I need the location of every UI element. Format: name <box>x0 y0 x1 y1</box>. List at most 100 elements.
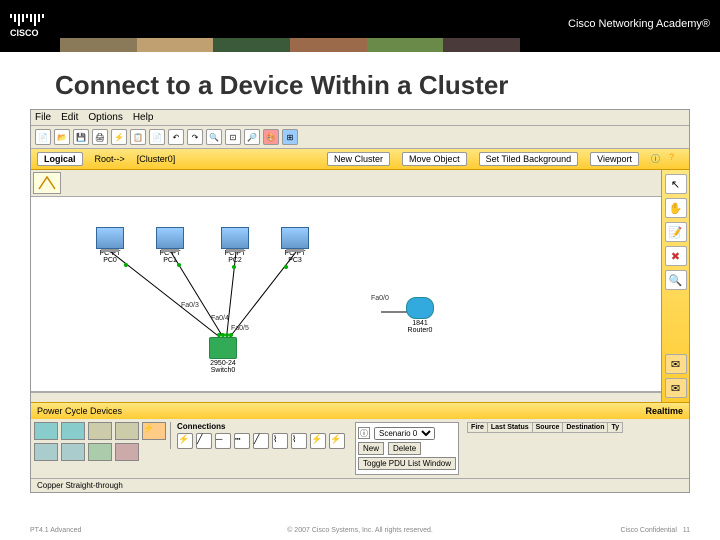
new-file-icon[interactable]: 📄 <box>35 129 51 145</box>
device-name: PC3 <box>281 257 309 264</box>
conn-serial-dce[interactable]: ⚡ <box>310 433 326 449</box>
breadcrumb-cluster[interactable]: [Cluster0] <box>137 154 176 164</box>
power-cycle-label[interactable]: Power Cycle Devices <box>37 406 122 416</box>
menu-help[interactable]: Help <box>133 112 154 123</box>
simple-pdu-tool[interactable]: ✉ <box>665 354 687 374</box>
paste-icon[interactable]: 📄 <box>149 129 165 145</box>
breadcrumb-root[interactable]: Root--> <box>95 154 125 164</box>
palette-router[interactable] <box>34 422 58 440</box>
open-file-icon[interactable]: 📂 <box>54 129 70 145</box>
device-router0[interactable]: 1841 Router0 <box>406 297 434 334</box>
col-destination[interactable]: Destination <box>563 423 608 433</box>
col-fire[interactable]: Fire <box>468 423 488 433</box>
palette-connections[interactable]: ⚡ <box>142 422 166 440</box>
redo-icon[interactable]: ↷ <box>187 129 203 145</box>
port-label-fa04: Fa0/4 <box>211 315 229 322</box>
col-source[interactable]: Source <box>532 423 563 433</box>
save-icon[interactable]: 💾 <box>73 129 89 145</box>
logical-toolbar: Logical Root--> [Cluster0] New Cluster M… <box>31 149 689 170</box>
conn-auto[interactable]: ⚡ <box>177 433 193 449</box>
conn-phone[interactable]: ⌇ <box>272 433 288 449</box>
device-pc1[interactable]: PC-PT PC1 <box>156 227 184 264</box>
zoom-in-icon[interactable]: 🔍 <box>206 129 222 145</box>
help-icon[interactable]: ? <box>669 152 683 166</box>
page-title: Connect to a Device Within a Cluster <box>0 52 720 109</box>
palette-wireless[interactable] <box>115 422 139 440</box>
hand-tool[interactable]: ✋ <box>665 198 687 218</box>
toggle-pdu-button[interactable]: Toggle PDU List Window <box>358 457 456 470</box>
palette-hub[interactable] <box>88 422 112 440</box>
scenario-select[interactable]: Scenario 0 <box>374 427 435 440</box>
menu-options[interactable]: Options <box>88 112 122 123</box>
router-icon <box>406 297 434 319</box>
palette-custom[interactable] <box>88 443 112 461</box>
conn-copper-straight[interactable]: ─ <box>215 433 231 449</box>
menubar: File Edit Options Help <box>31 110 689 126</box>
slide-footer: PT4.1 Advanced © 2007 Cisco Systems, Inc… <box>0 527 720 534</box>
scenario-info-icon[interactable]: ⓘ <box>358 427 370 439</box>
undo-icon[interactable]: ↶ <box>168 129 184 145</box>
menu-edit[interactable]: Edit <box>61 112 78 123</box>
cisco-bars-icon <box>10 14 44 26</box>
conn-copper-cross[interactable]: ┅ <box>234 433 250 449</box>
zoom-out-icon[interactable]: 🔎 <box>244 129 260 145</box>
palette-multiuser[interactable] <box>115 443 139 461</box>
device-name: PC0 <box>96 257 124 264</box>
header-photo-strip <box>60 38 520 52</box>
connection-palette: Connections ⚡ ╱ ─ ┅ ╱ ⌇ ⌇ ⚡ ⚡ <box>170 422 345 449</box>
logical-tab[interactable]: Logical <box>37 152 83 166</box>
info-icon[interactable]: ⓘ <box>651 152 665 166</box>
palette-icon[interactable]: 🎨 <box>263 129 279 145</box>
inspect-tool[interactable]: 🔍 <box>665 270 687 290</box>
palette-switch[interactable] <box>61 422 85 440</box>
navigation-chip[interactable] <box>33 172 61 194</box>
canvas-header <box>31 170 661 197</box>
topology-canvas[interactable]: PC-PT PC0 PC-PT PC1 PC-PT PC2 PC-PT PC3 <box>31 197 661 392</box>
col-last-status[interactable]: Last Status <box>487 423 532 433</box>
pc-icon <box>281 227 309 249</box>
pdu-list: Fire Last Status Source Destination Ty <box>467 422 623 433</box>
palette-end-device[interactable] <box>34 443 58 461</box>
device-pc2[interactable]: PC-PT PC2 <box>221 227 249 264</box>
col-type[interactable]: Ty <box>608 423 623 433</box>
device-pc0[interactable]: PC-PT PC0 <box>96 227 124 264</box>
port-label-fa05: Fa0/5 <box>231 325 249 332</box>
viewport-button[interactable]: Viewport <box>590 152 639 166</box>
conn-coax[interactable]: ⌇ <box>291 433 307 449</box>
new-cluster-button[interactable]: New Cluster <box>327 152 390 166</box>
realtime-tab[interactable]: Realtime <box>645 406 683 416</box>
zoom-reset-icon[interactable]: ⊡ <box>225 129 241 145</box>
print-icon[interactable]: 🖨 <box>92 129 108 145</box>
scenario-box: ⓘ Scenario 0 New Delete Toggle PDU List … <box>355 422 459 475</box>
device-switch0[interactable]: 2950-24 Switch0 <box>209 337 237 374</box>
device-type: 2950-24 <box>209 360 237 367</box>
scenario-delete-button[interactable]: Delete <box>388 442 421 455</box>
main-toolbar: 📄 📂 💾 🖨 ⚡ 📋 📄 ↶ ↷ 🔍 ⊡ 🔎 🎨 ⊞ <box>31 126 689 149</box>
footer-center: © 2007 Cisco Systems, Inc. All rights re… <box>287 527 433 534</box>
custom-devices-icon[interactable]: ⊞ <box>282 129 298 145</box>
scenario-new-button[interactable]: New <box>358 442 384 455</box>
delete-tool[interactable]: ✖ <box>665 246 687 266</box>
set-background-button[interactable]: Set Tiled Background <box>479 152 579 166</box>
bottom-panel: ⚡ Connections ⚡ ╱ ─ ┅ ╱ ⌇ ⌇ ⚡ ⚡ <box>31 419 689 478</box>
palette-wan[interactable] <box>61 443 85 461</box>
nav-icon <box>37 175 57 191</box>
conn-console[interactable]: ╱ <box>196 433 212 449</box>
wizard-icon[interactable]: ⚡ <box>111 129 127 145</box>
conn-fiber[interactable]: ╱ <box>253 433 269 449</box>
move-object-button[interactable]: Move Object <box>402 152 467 166</box>
bottom-toolbar: Power Cycle Devices Realtime <box>31 402 689 419</box>
select-tool[interactable]: ↖ <box>665 174 687 194</box>
menu-file[interactable]: File <box>35 112 51 123</box>
device-palette: ⚡ <box>34 422 166 464</box>
pc-icon <box>156 227 184 249</box>
note-tool[interactable]: 📝 <box>665 222 687 242</box>
footer-left: PT4.1 Advanced <box>30 527 81 534</box>
canvas-scrollbar-h[interactable] <box>31 392 661 402</box>
conn-serial-dte[interactable]: ⚡ <box>329 433 345 449</box>
copy-icon[interactable]: 📋 <box>130 129 146 145</box>
academy-text: Cisco Networking Academy® <box>568 18 710 30</box>
device-pc3[interactable]: PC-PT PC3 <box>281 227 309 264</box>
footer-right: Cisco Confidential <box>620 527 676 534</box>
complex-pdu-tool[interactable]: ✉ <box>665 378 687 398</box>
